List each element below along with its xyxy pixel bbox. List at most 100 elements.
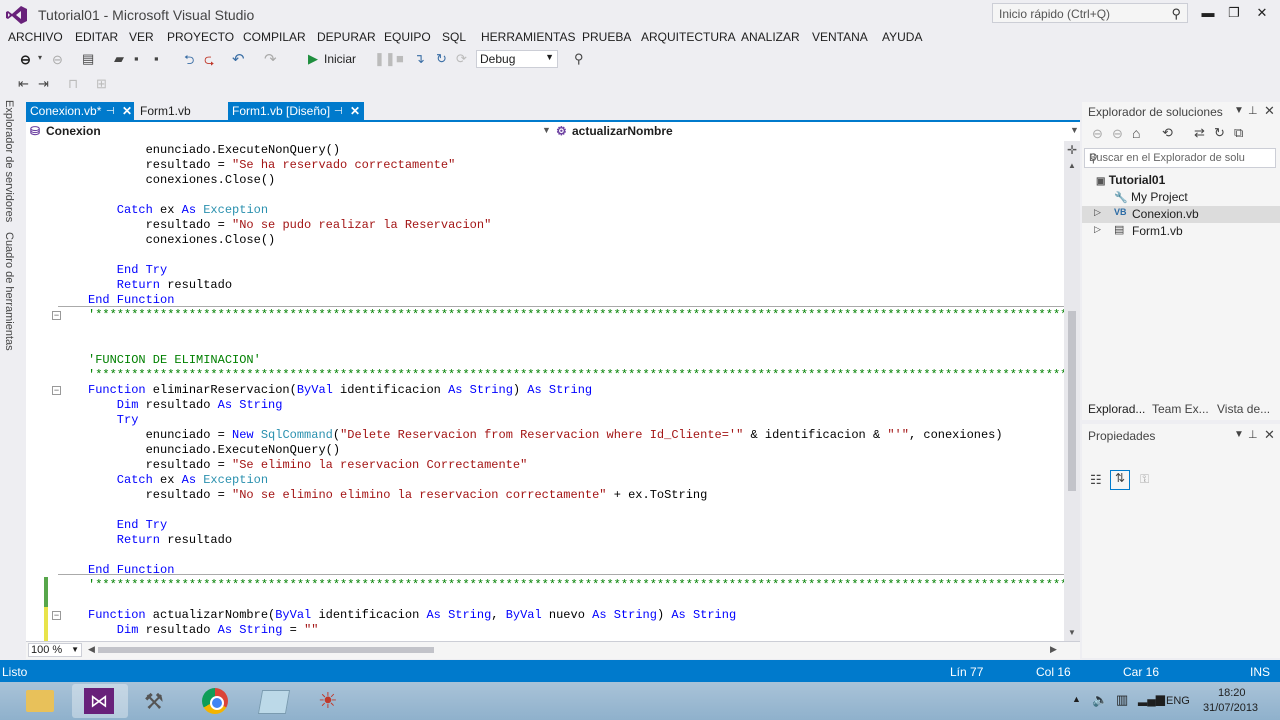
app-taskbar-button[interactable] — [246, 684, 302, 718]
clock-date[interactable]: 31/07/2013 — [1203, 702, 1258, 714]
back-icon[interactable]: ⊖ — [1092, 126, 1103, 142]
undo-close-icon[interactable]: ⮌ — [184, 51, 194, 73]
tab-solution-explorer[interactable]: Explorad... — [1088, 402, 1145, 416]
indent-icon[interactable]: ⇥ — [38, 76, 49, 92]
close-icon[interactable]: ✕ — [1264, 427, 1275, 443]
property-pages-icon[interactable]: ⚿ — [1140, 472, 1149, 487]
pin-icon[interactable]: ⊣ — [334, 102, 343, 121]
menu-analizar[interactable]: ANALIZAR — [741, 30, 800, 44]
code-editor[interactable]: − − − enunciado.ExecuteNonQuery() result… — [26, 141, 1064, 641]
save-icon[interactable]: ▪ — [134, 51, 139, 66]
undo-icon[interactable]: ↶ — [232, 50, 245, 68]
member-dropdown[interactable]: ⚙ actualizarNombre ▼ — [554, 122, 1080, 141]
signal-icon[interactable]: ▂▄▆ — [1138, 692, 1165, 706]
open-file-icon[interactable]: ▰ — [114, 51, 124, 67]
menu-sql[interactable]: SQL — [442, 30, 466, 44]
clock-time[interactable]: 18:20 — [1218, 687, 1246, 699]
redo-close-icon[interactable]: ⮎ — [204, 51, 214, 73]
step-into-icon[interactable]: ↴ — [414, 51, 425, 67]
back-icon[interactable]: ⊖ — [20, 52, 31, 68]
split-icon[interactable]: ✛ — [1067, 143, 1077, 157]
menu-equipo[interactable]: EQUIPO — [384, 30, 431, 44]
chrome-taskbar-button[interactable] — [188, 684, 244, 718]
categorized-icon[interactable]: ☷ — [1090, 472, 1102, 488]
editor-vertical-scrollbar[interactable]: ✛ ▲ ▼ — [1064, 141, 1080, 641]
close-window-button[interactable]: ✕ — [1250, 4, 1274, 22]
visual-studio-taskbar-button[interactable]: ⋈ — [72, 684, 128, 718]
comment-icon[interactable]: ⊓ — [68, 76, 78, 92]
outdent-icon[interactable]: ⇤ — [18, 76, 29, 92]
menu-prueba[interactable]: PRUEBA — [582, 30, 631, 44]
panel-options-icon[interactable]: ▼ — [1234, 105, 1244, 116]
back-dropdown-icon[interactable]: ▾ — [38, 53, 42, 62]
sync-icon[interactable]: ⇄ — [1194, 125, 1205, 141]
collapse-toggle[interactable]: − — [52, 386, 61, 395]
volume-icon[interactable]: 🔈 — [1092, 692, 1108, 708]
play-icon[interactable]: ▶ — [308, 51, 318, 67]
minimize-button[interactable]: ▬ — [1196, 4, 1220, 22]
solution-search-input[interactable]: Buscar en el Explorador de solu ⚲ — [1084, 148, 1276, 168]
menu-compilar[interactable]: COMPILAR — [243, 30, 306, 44]
scroll-left-icon[interactable]: ◀ — [88, 644, 95, 655]
menu-depurar[interactable]: DEPURAR — [317, 30, 376, 44]
step-over-icon[interactable]: ↻ — [436, 51, 447, 67]
expand-icon[interactable]: ▷ — [1094, 224, 1101, 235]
menu-herramientas[interactable]: HERRAMIENTAS — [481, 30, 575, 44]
close-icon[interactable]: ✕ — [1264, 103, 1275, 119]
file-explorer-taskbar-button[interactable] — [12, 684, 68, 718]
redo-icon[interactable]: ↷ — [264, 50, 277, 68]
alphabetical-icon[interactable]: ⇅ — [1110, 470, 1130, 490]
home-icon[interactable]: ⌂ — [1132, 125, 1140, 141]
scroll-right-icon[interactable]: ▶ — [1050, 644, 1057, 655]
new-project-icon[interactable]: ▤ — [82, 51, 94, 67]
close-icon[interactable]: ✕ — [350, 102, 360, 121]
collapse-toggle[interactable]: − — [52, 611, 61, 620]
pin-icon[interactable]: ⊣ — [106, 102, 115, 121]
network-icon[interactable]: ▥ — [1116, 692, 1128, 708]
panel-options-icon[interactable]: ▼ — [1234, 429, 1244, 440]
menu-ayuda[interactable]: AYUDA — [882, 30, 922, 44]
solution-configuration-select[interactable]: Debug ▼ — [476, 50, 558, 68]
tab-form1-vb[interactable]: Form1.vb — [136, 102, 226, 121]
forward-icon[interactable]: ⊖ — [1112, 126, 1123, 142]
menu-arquitectura[interactable]: ARQUITECTURA — [641, 30, 736, 44]
collapse-toggle[interactable]: − — [52, 311, 61, 320]
zoom-select[interactable]: 100 % ▼ — [28, 643, 82, 657]
menu-proyecto[interactable]: PROYECTO — [167, 30, 234, 44]
tools-taskbar-button[interactable]: ⚒ — [130, 684, 186, 718]
bookmark-icon[interactable]: ⊞ — [96, 76, 107, 92]
paws-taskbar-button[interactable]: ☀ — [304, 684, 360, 718]
pin-icon[interactable]: ⊥ — [1248, 104, 1258, 117]
stop-icon[interactable]: ■ — [396, 51, 404, 66]
tab-class-view[interactable]: Vista de... — [1217, 402, 1270, 416]
restart-icon[interactable]: ⟳ — [456, 51, 467, 67]
tree-item-my-project[interactable]: 🔧 My Project — [1114, 190, 1188, 204]
tree-item-form1-vb[interactable]: ▷ ▤ Form1.vb — [1082, 223, 1280, 240]
tab-form1-design[interactable]: Form1.vb [Diseño] ⊣ ✕ — [228, 102, 364, 121]
find-icon[interactable]: ⚲ — [574, 51, 584, 67]
horizontal-scroll-thumb[interactable] — [98, 647, 434, 653]
class-dropdown[interactable]: ⛁ Conexion ▼ — [26, 122, 551, 141]
scroll-thumb[interactable] — [1068, 311, 1076, 491]
scroll-up-icon[interactable]: ▲ — [1068, 161, 1076, 170]
pause-icon[interactable]: ❚❚ — [374, 51, 396, 67]
start-button[interactable]: Iniciar — [324, 52, 356, 66]
quick-launch-input[interactable]: Inicio rápido (Ctrl+Q) ⚲ — [992, 3, 1188, 23]
tree-item-solution[interactable]: ▣ Tutorial01 — [1096, 173, 1165, 187]
toolbox-tab[interactable]: Cuadro de herramientas — [3, 232, 15, 351]
forward-icon[interactable]: ⊖ — [52, 52, 63, 68]
pin-icon[interactable]: ⊥ — [1248, 428, 1258, 441]
tree-item-conexion-vb[interactable]: ▷ VB Conexion.vb — [1082, 206, 1280, 223]
show-hidden-icons-icon[interactable]: ▲ — [1072, 694, 1081, 704]
expand-icon[interactable]: ▷ — [1094, 207, 1101, 218]
pending-changes-icon[interactable]: ⟲ — [1162, 125, 1173, 141]
restore-button[interactable]: ❐ — [1222, 4, 1246, 22]
save-all-icon[interactable]: ▪ — [154, 51, 159, 66]
menu-ver[interactable]: VER — [129, 30, 154, 44]
tab-conexion-vb[interactable]: Conexion.vb* ⊣ ✕ — [26, 102, 134, 121]
refresh-icon[interactable]: ↻ — [1214, 125, 1225, 141]
collapse-all-icon[interactable]: ⧉ — [1234, 125, 1243, 141]
tab-team-explorer[interactable]: Team Ex... — [1152, 402, 1209, 416]
menu-editar[interactable]: EDITAR — [75, 30, 118, 44]
close-icon[interactable]: ✕ — [122, 102, 132, 121]
